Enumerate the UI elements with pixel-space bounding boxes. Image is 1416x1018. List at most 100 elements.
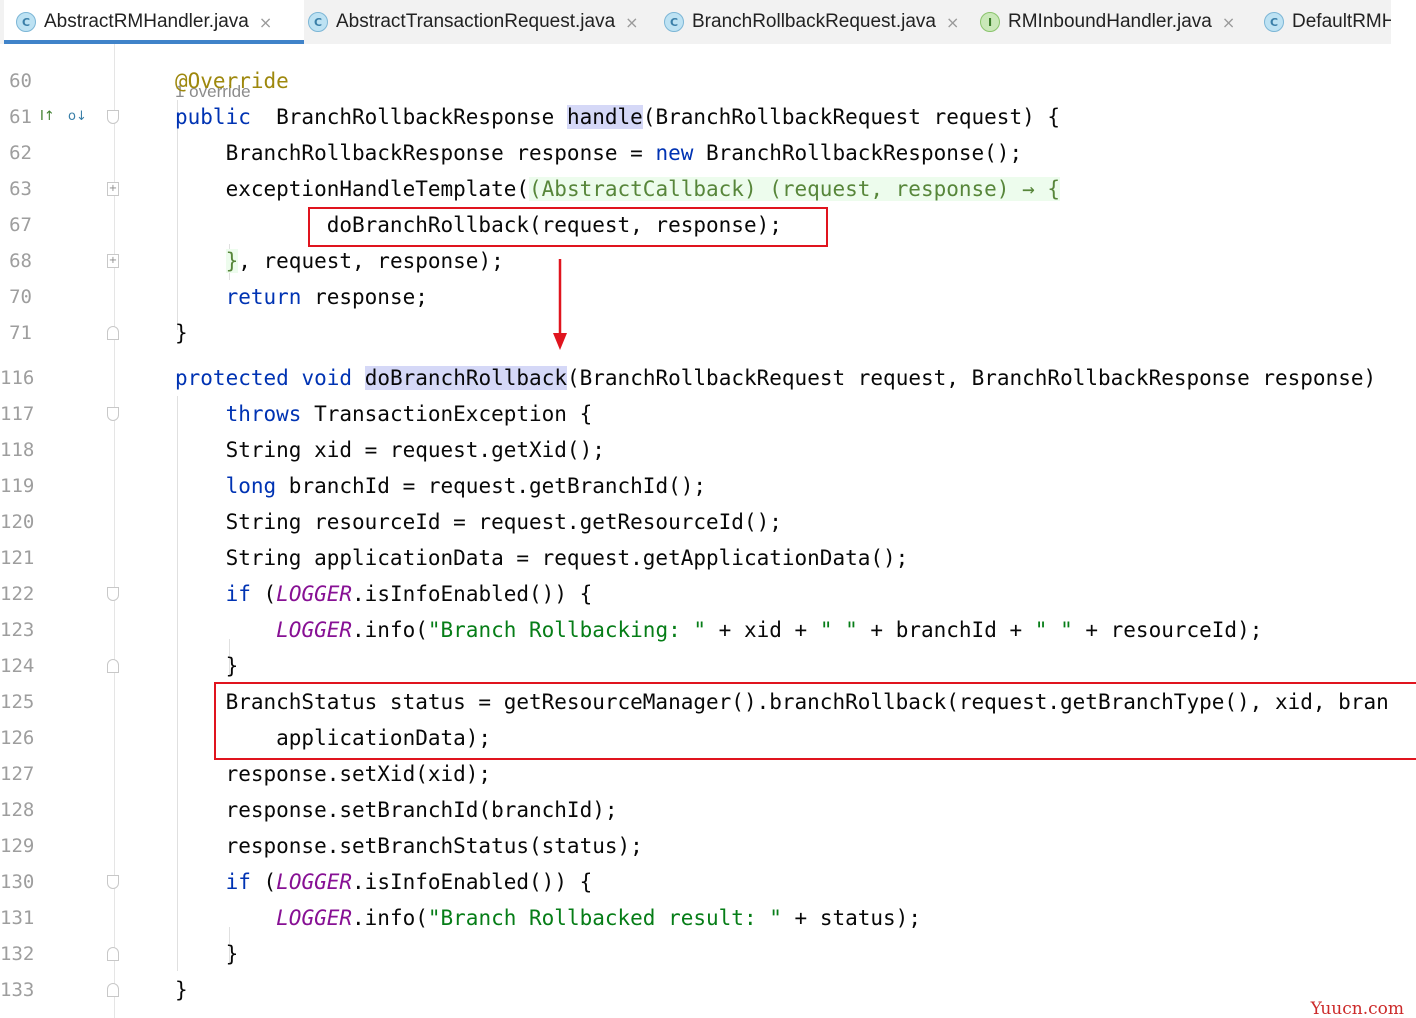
fold-icon[interactable] xyxy=(107,659,119,673)
code-line-124[interactable]: 124 } xyxy=(0,649,1416,685)
code-token: new xyxy=(655,141,694,165)
code-token: protected xyxy=(175,366,289,390)
code-token: } xyxy=(225,249,239,273)
code-text: String applicationData = request.getAppl… xyxy=(175,546,909,570)
code-line-122[interactable]: 122 if (LOGGER.isInfoEnabled()) { xyxy=(0,577,1416,613)
tab-label: AbstractTransactionRequest.java xyxy=(336,11,616,32)
code-token: throws xyxy=(225,402,302,426)
code-line-121[interactable]: 121 String applicationData = request.get… xyxy=(0,541,1416,577)
code-token: (BranchRollbackRequest request) { xyxy=(642,105,1061,129)
code-line-131[interactable]: 131 LOGGER.info("Branch Rollbacked resul… xyxy=(0,901,1416,937)
code-line-61[interactable]: 61 public BranchRollbackResponse handle(B… xyxy=(0,100,1416,136)
code-token: response.setBranchId(branchId); xyxy=(175,798,618,822)
code-line-120[interactable]: 120 String resourceId = request.getResou… xyxy=(0,505,1416,541)
interface-icon: I xyxy=(980,12,1000,32)
line-number: 71 xyxy=(9,322,32,344)
code-token: LOGGER xyxy=(276,582,353,606)
expand-fold-icon[interactable]: + xyxy=(107,182,119,196)
code-line-128[interactable]: 128 response.setBranchId(branchId); xyxy=(0,793,1416,829)
code-line-133[interactable]: 133} xyxy=(0,973,1416,1009)
code-text: } xyxy=(175,321,188,345)
line-number: 60 xyxy=(9,70,32,92)
code-token: BranchRollbackResponse xyxy=(250,105,567,129)
line-number: 121 xyxy=(0,547,35,569)
annotation-arrow xyxy=(553,259,567,350)
tab-branchrollbackrequest[interactable]: C BranchRollbackRequest.java × xyxy=(652,0,976,44)
close-icon[interactable]: × xyxy=(259,13,272,32)
code-text: long branchId = request.getBranchId(); xyxy=(175,474,706,498)
code-token: LOGGER xyxy=(276,906,353,930)
code-text: LOGGER.info("Branch Rollbacked result: "… xyxy=(175,906,921,930)
fold-icon[interactable] xyxy=(107,407,119,421)
code-line-70[interactable]: 70 return response; xyxy=(0,280,1416,316)
code-line-130[interactable]: 130 if (LOGGER.isInfoEnabled()) { xyxy=(0,865,1416,901)
code-line-68[interactable]: 68 + }, request, response); xyxy=(0,244,1416,280)
code-line-118[interactable]: 118 String xid = request.getXid(); xyxy=(0,433,1416,469)
code-token: } xyxy=(175,654,239,678)
fold-icon[interactable] xyxy=(107,326,119,340)
code-token: .info( xyxy=(352,906,428,930)
code-text: LOGGER.info("Branch Rollbacking: " + xid… xyxy=(175,618,1262,642)
code-text: response.setXid(xid); xyxy=(175,762,492,786)
code-token: String applicationData = request.getAppl… xyxy=(175,546,909,570)
code-line-60[interactable]: 60 @Override xyxy=(0,64,1416,100)
tab-rminboundhandler[interactable]: I RMInboundHandler.java × xyxy=(968,0,1260,44)
code-token: LOGGER xyxy=(276,870,353,894)
tab-abstracttransactionrequest[interactable]: C AbstractTransactionRequest.java × xyxy=(296,0,660,44)
watermark: Yuucn.com xyxy=(1310,999,1404,1018)
code-token: void xyxy=(301,366,353,390)
fold-icon[interactable] xyxy=(107,110,119,124)
code-line-71[interactable]: 71} xyxy=(0,316,1416,352)
code-text: String xid = request.getXid(); xyxy=(175,438,605,462)
class-icon: C xyxy=(664,12,684,32)
close-icon[interactable]: × xyxy=(1222,13,1235,32)
code-line-116[interactable]: 116 protected void doBranchRollback(Branc… xyxy=(0,361,1416,397)
code-token: if xyxy=(225,582,251,606)
fold-icon[interactable] xyxy=(107,947,119,961)
code-token: String xid = request.getXid(); xyxy=(175,438,605,462)
code-token: LOGGER xyxy=(276,618,353,642)
tab-abstractrmhandler[interactable]: C AbstractRMHandler.java × xyxy=(4,0,304,44)
code-token: ( xyxy=(250,582,277,606)
code-token: + status); xyxy=(781,906,921,930)
line-number: 131 xyxy=(0,907,35,929)
code-token: , request, response); xyxy=(238,249,504,273)
line-number: 130 xyxy=(0,871,35,893)
fold-icon[interactable] xyxy=(107,587,119,601)
code-token: .isInfoEnabled()) { xyxy=(352,582,593,606)
code-line-63[interactable]: 63 + exceptionHandleTemplate((AbstractCal… xyxy=(0,172,1416,208)
line-number: 124 xyxy=(0,655,35,677)
code-text: BranchRollbackResponse response = new Br… xyxy=(175,141,1023,165)
fold-icon[interactable] xyxy=(107,983,119,997)
code-line-62[interactable]: 62 BranchRollbackResponse response = new… xyxy=(0,136,1416,172)
expand-fold-icon[interactable]: + xyxy=(107,254,119,268)
code-line-117[interactable]: 117 throws TransactionException { xyxy=(0,397,1416,433)
implements-icon[interactable]: I↑ xyxy=(40,109,55,124)
close-icon[interactable]: × xyxy=(946,13,959,32)
line-number: 68 xyxy=(9,250,32,272)
tab-defaultrmh[interactable]: C DefaultRMH xyxy=(1252,0,1391,44)
code-token: if xyxy=(225,870,251,894)
fold-icon[interactable] xyxy=(107,875,119,889)
code-text: }, request, response); xyxy=(175,249,504,273)
tab-label: RMInboundHandler.java xyxy=(1008,11,1212,32)
class-icon: C xyxy=(16,12,36,32)
code-token: (BranchRollbackRequest request, BranchRo… xyxy=(566,366,1377,390)
code-text: protected void doBranchRollback(BranchRo… xyxy=(175,366,1376,390)
overridden-icon[interactable]: o↓ xyxy=(68,109,87,124)
code-text: if (LOGGER.isInfoEnabled()) { xyxy=(175,870,593,894)
code-line-127[interactable]: 127 response.setXid(xid); xyxy=(0,757,1416,793)
code-line-129[interactable]: 129 response.setBranchStatus(status); xyxy=(0,829,1416,865)
code-line-123[interactable]: 123 LOGGER.info("Branch Rollbacking: " +… xyxy=(0,613,1416,649)
code-text: public BranchRollbackResponse handle(Bra… xyxy=(175,105,1060,129)
code-line-132[interactable]: 132 } xyxy=(0,937,1416,973)
close-icon[interactable]: × xyxy=(625,13,638,32)
line-number: 70 xyxy=(9,286,32,308)
code-text: } xyxy=(175,978,188,1002)
code-editor[interactable]: 1 override 60 @Override 61 public BranchRol… xyxy=(0,44,1416,1018)
code-line-119[interactable]: 119 long branchId = request.getBranchId(… xyxy=(0,469,1416,505)
code-text: exceptionHandleTemplate((AbstractCallbac… xyxy=(175,177,1061,201)
